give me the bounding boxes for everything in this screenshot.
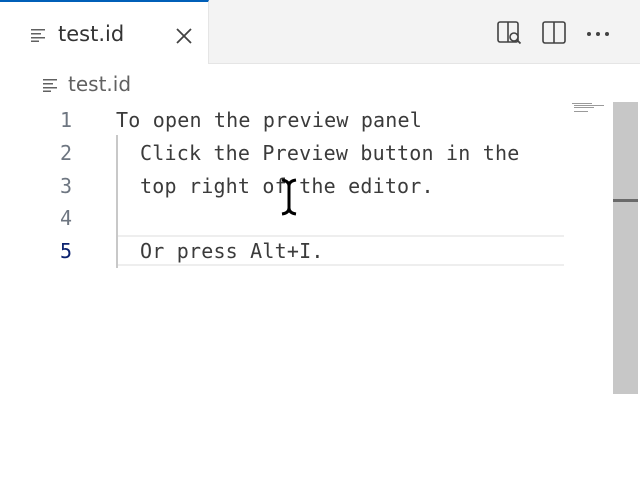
scrollbar-cursor-marker <box>613 199 638 202</box>
indent-guide <box>116 135 118 268</box>
line-number: 3 <box>59 174 72 198</box>
line-number: 4 <box>59 206 72 230</box>
code-line[interactable]: Click the Preview button in the <box>140 141 519 165</box>
scrollbar-thumb[interactable] <box>613 102 638 394</box>
tab-bar: test.id <box>0 0 640 64</box>
file-lines-icon <box>43 79 57 92</box>
line-number-active: 5 <box>59 239 72 263</box>
code-line[interactable]: To open the preview panel <box>116 108 422 132</box>
open-preview-icon[interactable] <box>496 20 522 46</box>
code-line[interactable]: Or press Alt+I. <box>140 239 324 263</box>
close-icon[interactable] <box>173 25 195 47</box>
tab-label: test.id <box>58 22 125 46</box>
line-number: 2 <box>59 141 72 165</box>
tab-test-id[interactable]: test.id <box>0 0 209 64</box>
file-lines-icon <box>31 29 45 42</box>
line-number: 1 <box>59 108 72 132</box>
split-editor-icon[interactable] <box>541 20 567 46</box>
ellipsis-icon[interactable] <box>585 20 611 46</box>
minimap[interactable] <box>570 102 606 116</box>
text-cursor-ibeam-icon <box>281 178 297 216</box>
breadcrumb-item-test-id[interactable]: test.id <box>68 72 131 96</box>
